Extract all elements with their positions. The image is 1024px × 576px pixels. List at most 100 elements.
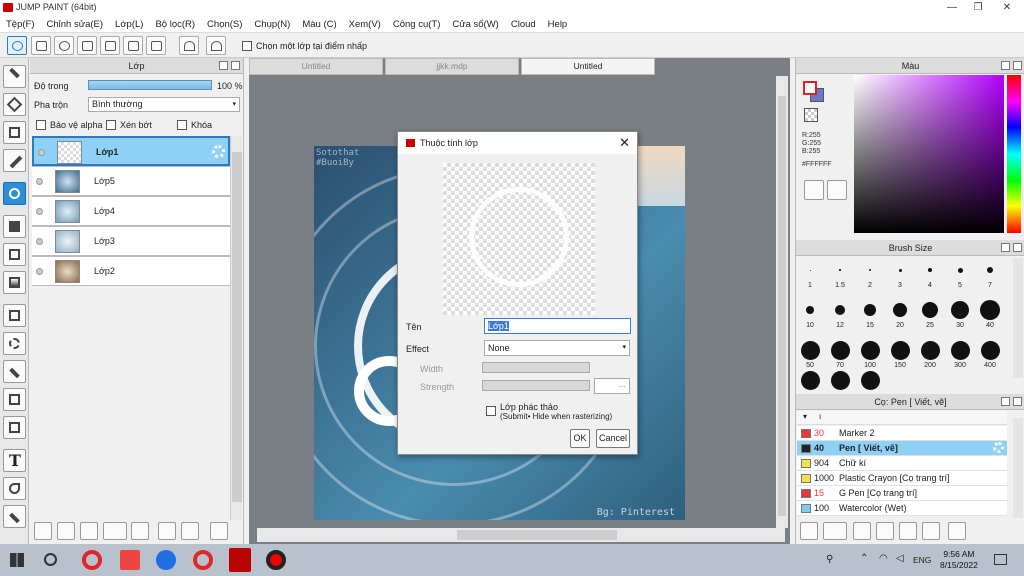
close-icon[interactable]: ✕ [619, 135, 630, 151]
brush-size-swatch[interactable] [800, 340, 820, 360]
brush-size-swatch[interactable] [980, 340, 1000, 360]
checklist-icon[interactable] [146, 36, 166, 55]
visibility-icon[interactable] [36, 178, 43, 185]
brush-size-swatch[interactable] [830, 370, 850, 390]
clock[interactable]: 9:56 AM 8/15/2022 [940, 549, 978, 571]
lock-checkbox[interactable] [177, 120, 187, 130]
brush-list-scrollbar[interactable] [1013, 418, 1023, 518]
text-tool-icon[interactable]: T [3, 449, 26, 472]
brush-size-swatch[interactable] [893, 303, 907, 317]
canvas-vertical-scrollbar[interactable] [776, 76, 788, 528]
gear-icon[interactable] [993, 442, 1004, 453]
menu-capture[interactable]: Chụp(N) [248, 16, 296, 33]
rect-select-icon[interactable] [3, 304, 26, 327]
brush-size-swatch[interactable] [830, 340, 850, 360]
saturation-value-picker[interactable] [854, 75, 1004, 233]
brush-row[interactable]: 100 Watercolor (Wet) [797, 501, 1007, 516]
layer-scrollbar[interactable] [230, 136, 242, 520]
canvas-horizontal-scrollbar[interactable] [257, 528, 785, 542]
pointer-tool-icon[interactable] [3, 477, 26, 500]
snap-icon[interactable] [7, 36, 27, 55]
duplicate-layer-icon[interactable] [158, 522, 176, 540]
chevron-up-icon[interactable]: ⌃ [860, 553, 868, 564]
brush-size-swatch[interactable] [920, 340, 940, 360]
visibility-icon[interactable] [36, 208, 43, 215]
brush-tool-icon[interactable] [3, 65, 26, 88]
tab-untitled-1[interactable]: Untitled [249, 58, 383, 75]
layer-row[interactable]: Lớp2 [32, 256, 230, 286]
menu-help[interactable]: Help [542, 16, 574, 33]
effect-select[interactable]: None ▾ [484, 340, 630, 356]
protect-alpha-checkbox[interactable] [36, 120, 46, 130]
ok-button[interactable]: OK [570, 429, 590, 448]
layer-row[interactable]: Lớp5 [32, 166, 230, 196]
visibility-icon[interactable] [36, 268, 43, 275]
transparent-color-swatch[interactable] [804, 108, 818, 122]
brush-menu-icon[interactable] [823, 522, 847, 540]
bucket-tool-icon[interactable] [3, 243, 26, 266]
menu-select[interactable]: Chọn(S) [201, 16, 248, 33]
medibang-icon[interactable] [229, 548, 251, 572]
brush-size-swatch[interactable] [800, 370, 820, 390]
add-brush-icon[interactable] [800, 522, 818, 540]
gear-icon[interactable] [212, 145, 225, 158]
brush-size-swatch[interactable] [950, 340, 970, 360]
opera-gx-icon[interactable] [193, 550, 213, 570]
speech-bubble-icon[interactable] [54, 36, 74, 55]
palette-edit-icon[interactable] [827, 180, 847, 200]
brush-row[interactable]: 15 G Pen [Cọ trang trí] [797, 486, 1007, 501]
new-layer-1bit-icon[interactable] [80, 522, 98, 540]
brush-size-swatch[interactable] [869, 269, 871, 271]
close-panel-icon[interactable] [231, 61, 240, 70]
layer-name-input[interactable]: Lớp1 [484, 318, 631, 334]
brush-size-swatch[interactable] [890, 340, 910, 360]
new-folder-icon[interactable] [131, 522, 149, 540]
clipping-checkbox[interactable] [106, 120, 116, 130]
tab-untitled-active[interactable]: Untitled [521, 58, 655, 75]
menu-tools[interactable]: Công cụ(T) [387, 16, 447, 33]
windows-start-icon[interactable] [10, 553, 24, 567]
opera-icon[interactable] [82, 550, 102, 570]
brush-size-swatch[interactable] [951, 301, 969, 319]
brush-row[interactable]: 1000 Plastic Crayon [Cọ trang trí] [797, 471, 1007, 486]
width-slider[interactable] [482, 362, 590, 373]
menu-window[interactable]: Cửa sổ(W) [446, 16, 504, 33]
float-icon[interactable] [1001, 61, 1010, 70]
merge-layer-icon[interactable] [181, 522, 199, 540]
panel-icon[interactable] [77, 36, 97, 55]
menu-view[interactable]: Xem(V) [343, 16, 387, 33]
brush-size-swatch[interactable] [864, 304, 876, 316]
brush-folder-icon[interactable] [899, 522, 917, 540]
new-layer-icon[interactable] [34, 522, 52, 540]
select-pen-icon[interactable] [3, 388, 26, 411]
brush-size-scrollbar[interactable] [1013, 258, 1023, 378]
shape-tool-icon[interactable] [3, 121, 26, 144]
visibility-icon[interactable] [36, 238, 43, 245]
list-icon[interactable] [123, 36, 143, 55]
wifi-icon[interactable]: ◠ [879, 553, 888, 564]
blend-mode-select[interactable]: Bình thường ▾ [88, 97, 240, 112]
brush-size-swatch[interactable] [898, 268, 902, 272]
brush-size-swatch[interactable] [922, 302, 938, 318]
add-layer-menu-icon[interactable] [103, 522, 127, 540]
close-panel-icon[interactable] [1013, 243, 1022, 252]
menu-color[interactable]: Màu (C) [296, 16, 342, 33]
trash-icon[interactable] [948, 522, 966, 540]
float-icon[interactable] [1001, 243, 1010, 252]
brush-size-swatch[interactable] [809, 269, 811, 271]
page-icon[interactable] [100, 36, 120, 55]
lasso-select-icon[interactable] [3, 332, 26, 355]
close-panel-icon[interactable] [1013, 61, 1022, 70]
maximize-button[interactable]: ❐ [963, 0, 993, 16]
brush-size-swatch[interactable] [987, 267, 993, 273]
layer-row[interactable]: Lớp1 [32, 136, 230, 166]
eyedropper-tool-icon[interactable] [3, 505, 26, 528]
float-icon[interactable] [219, 61, 228, 70]
brush-size-swatch[interactable] [860, 370, 880, 390]
search-icon[interactable] [44, 553, 57, 566]
language-indicator[interactable]: ENG [913, 555, 931, 565]
volume-icon[interactable]: ◁ [896, 553, 904, 564]
menu-filter[interactable]: Bộ lọc(R) [149, 16, 201, 33]
app-icon[interactable] [120, 550, 140, 570]
undo-icon[interactable] [179, 36, 199, 55]
